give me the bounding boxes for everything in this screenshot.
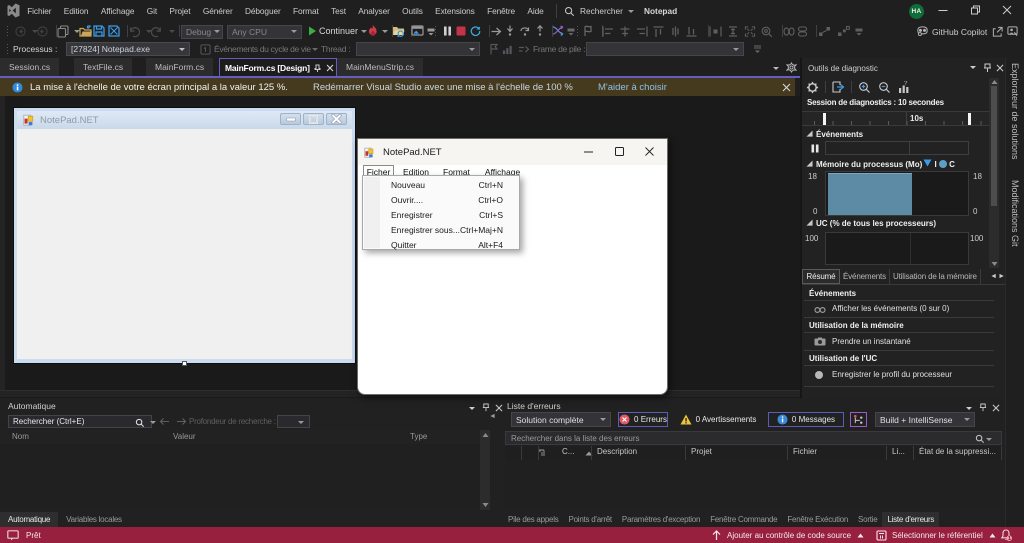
svg-text:1: 1 (1008, 536, 1011, 541)
svg-text:?: ? (904, 81, 908, 87)
